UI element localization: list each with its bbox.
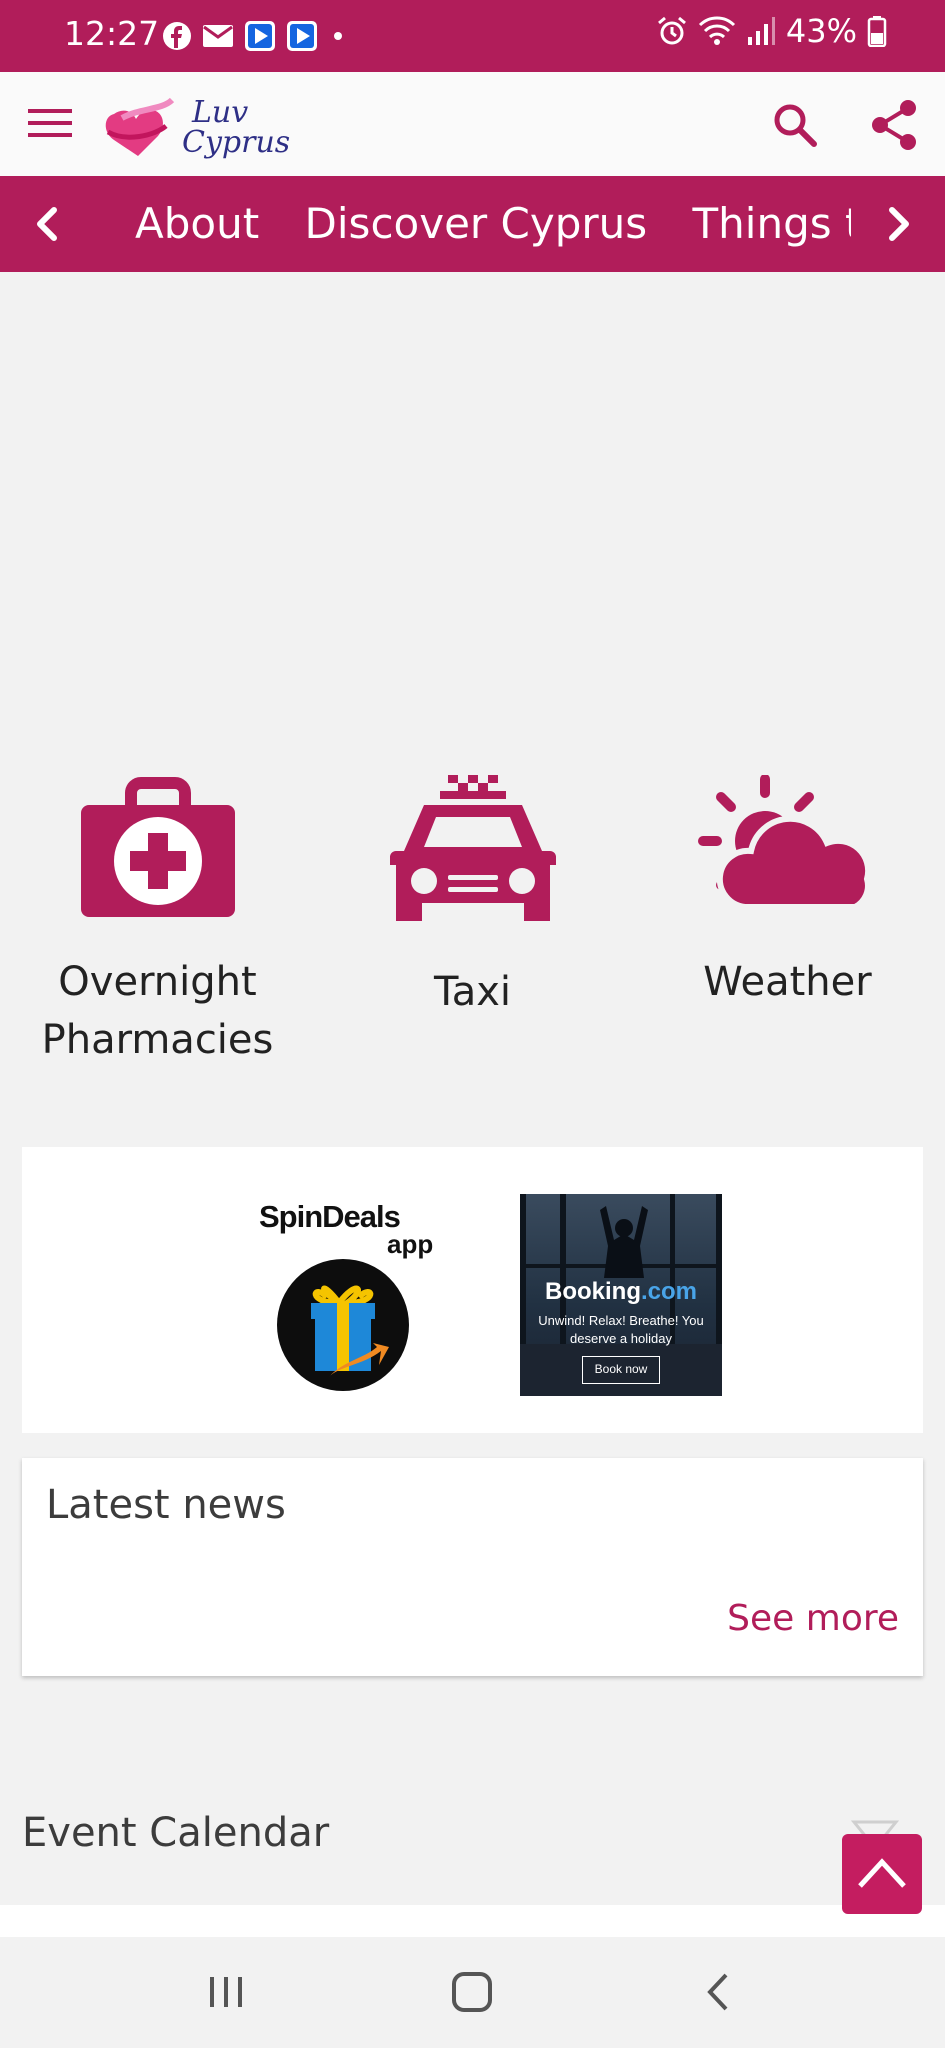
spindeals-title: SpinDeals [259, 1199, 401, 1234]
taxi-icon [389, 775, 556, 921]
wifi-icon [698, 16, 735, 45]
menu-icon[interactable] [28, 104, 72, 142]
taxi-label: Taxi [433, 969, 512, 1015]
latest-news-title: Latest news [46, 1482, 286, 1528]
event-calendar-title: Event Calendar [22, 1810, 330, 1856]
booking-brand-text: Booking [544, 1278, 641, 1305]
recent-apps-icon[interactable] [196, 1967, 256, 2017]
logo-cyprus-text: Cyprus [182, 125, 290, 160]
booking-ad[interactable]: Booking.com Unwind! Relax! Breathe! You … [520, 1194, 722, 1396]
home-icon[interactable] [442, 1967, 502, 2017]
booking-brand-suffix: .com [640, 1278, 697, 1305]
quick-link-label: Taxi [315, 963, 630, 1021]
chevron-right-icon[interactable] [876, 200, 920, 248]
ads-section: SpinDeals app Booking.com Unwind! Relax!… [22, 1147, 923, 1433]
back-icon[interactable] [688, 1967, 748, 2017]
battery-percent: 43% [785, 12, 857, 50]
booking-tagline: Unwind! Relax! Breathe! You deserve a ho… [538, 1313, 704, 1346]
status-time: 12:27 [64, 14, 160, 53]
signal-icon [747, 17, 775, 45]
content-strip [0, 1905, 945, 1937]
quick-link-label: Weather [630, 953, 945, 1011]
nav-item-about[interactable]: About [135, 194, 259, 254]
nav-item-discover-cyprus[interactable]: Discover Cyprus [305, 194, 648, 254]
weather-label: Weather [703, 959, 872, 1005]
dot-icon [334, 32, 342, 40]
category-nav: About Discover Cyprus Things to do [0, 176, 945, 272]
see-more-link[interactable]: See more [727, 1598, 899, 1639]
status-bar: 12:27 43% [0, 0, 945, 72]
latest-news-card: Latest news See more [22, 1458, 923, 1676]
app-header: Luv Cyprus [0, 72, 945, 176]
spindeals-ad[interactable]: SpinDeals app [237, 1199, 437, 1391]
play-icon [245, 21, 275, 51]
quick-link-taxi[interactable]: Taxi [315, 775, 630, 1021]
mail-icon [203, 25, 233, 47]
gift-icon [311, 1285, 389, 1377]
luv-cyprus-logo[interactable]: Luv Cyprus [100, 86, 290, 164]
quick-link-weather[interactable]: Weather [630, 775, 945, 1011]
pharmacies-label: Overnight Pharmacies [41, 959, 274, 1063]
medical-kit-icon [80, 777, 235, 917]
nav-item-things-to-do[interactable]: Things to do [693, 194, 851, 254]
chevron-up-icon [858, 1858, 906, 1888]
booking-brand: Booking.com [520, 1278, 722, 1306]
chevron-left-icon[interactable] [26, 200, 70, 248]
spindeals-logo [277, 1259, 409, 1391]
nav-items: About Discover Cyprus Things to do [135, 194, 851, 254]
system-icons: 43% [656, 12, 887, 50]
book-now-button[interactable]: Book now [582, 1356, 660, 1384]
facebook-icon [163, 22, 191, 50]
scroll-to-top-button[interactable] [842, 1834, 922, 1914]
event-calendar-section[interactable]: Event Calendar [0, 1780, 945, 1905]
spindeals-subtitle: app [387, 1229, 434, 1259]
quick-link-label: Overnight Pharmacies [0, 953, 315, 1069]
play-icon [287, 21, 317, 51]
battery-icon [867, 16, 887, 47]
notification-icons [162, 20, 348, 52]
system-navigation-bar [0, 1937, 945, 2048]
search-icon[interactable] [770, 100, 820, 150]
quick-link-pharmacies[interactable]: Overnight Pharmacies [0, 775, 315, 1069]
alarm-icon [657, 16, 686, 45]
weather-icon [697, 775, 871, 910]
share-icon[interactable] [868, 98, 920, 152]
